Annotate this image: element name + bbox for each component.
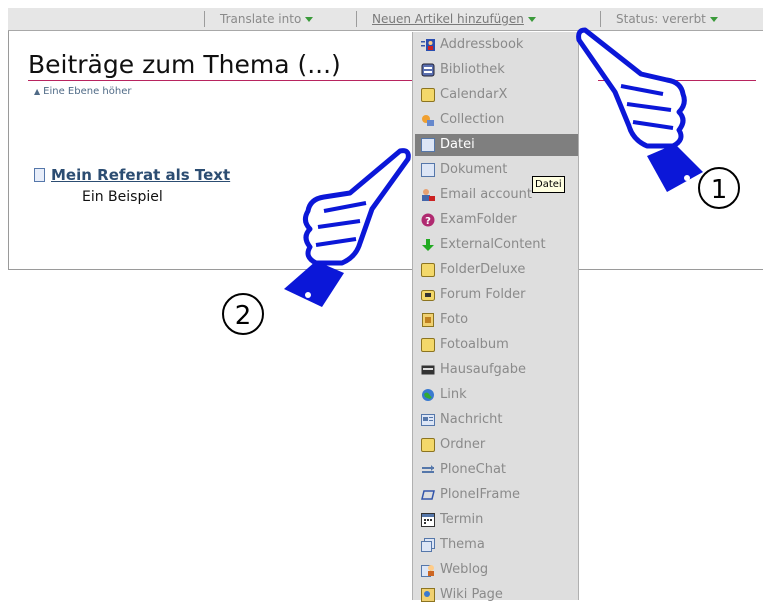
menu-item-folderdeluxe[interactable]: FolderDeluxe (415, 259, 578, 281)
dropdown-arrow-icon (527, 17, 536, 22)
menu-item-ploneiframe[interactable]: PloneIFrame (415, 484, 578, 506)
menu-item-label: FolderDeluxe (440, 262, 526, 277)
menu-item-label: ExternalContent (440, 237, 546, 252)
menu-item-termin[interactable]: Termin (415, 509, 578, 531)
menu-item-link[interactable]: Link (415, 384, 578, 406)
collection-icon (421, 113, 435, 127)
menu-item-externalcontent[interactable]: ExternalContent (415, 234, 578, 256)
page-title: Beiträge zum Thema (...) (28, 50, 341, 79)
menu-item-hausaufgabe[interactable]: Hausaufgabe (415, 359, 578, 381)
folder-icon (421, 438, 435, 452)
menu-item-label: PloneChat (440, 462, 507, 477)
menu-item-label: CalendarX (440, 87, 508, 102)
menu-item-label: Weblog (440, 562, 489, 577)
dropdown-arrow-icon (305, 17, 314, 22)
menu-item-label: Forum Folder (440, 287, 526, 302)
menu-item-label: Nachricht (440, 412, 503, 427)
chat-icon (421, 463, 435, 477)
forum-folder-icon (421, 288, 435, 302)
menu-item-label: PloneIFrame (440, 487, 520, 502)
pointing-hand-icon (284, 148, 411, 307)
menu-item-wiki-page[interactable]: Wiki Page (415, 584, 578, 606)
menu-item-collection[interactable]: Collection (415, 109, 578, 131)
menu-item-label: ExamFolder (440, 212, 517, 227)
menu-item-label: Datei (440, 137, 475, 152)
file-icon (421, 138, 435, 152)
menu-item-weblog[interactable]: Weblog (415, 559, 578, 581)
menu-item-datei[interactable]: Datei (415, 134, 578, 156)
menu-item-nachricht[interactable]: Nachricht (415, 409, 578, 431)
homework-icon (421, 363, 435, 377)
toolbar-separator (356, 11, 357, 27)
up-arrow-icon: ▲ (34, 87, 41, 96)
weblog-icon (421, 563, 435, 577)
menu-item-examfolder[interactable]: ? ExamFolder (415, 209, 578, 231)
add-item-menu[interactable]: Neuen Artikel hinzufügen (372, 11, 536, 27)
add-item-menu-label: Neuen Artikel hinzufügen (372, 12, 524, 26)
folder-icon (421, 263, 435, 277)
menu-item-label: Collection (440, 112, 505, 127)
addressbook-icon (421, 38, 435, 52)
menu-item-label: Dokument (440, 162, 508, 177)
image-icon (421, 313, 435, 327)
menu-item-label: Hausaufgabe (440, 362, 527, 377)
folder-icon (421, 88, 435, 102)
title-divider (28, 80, 413, 81)
library-icon (421, 63, 435, 77)
document-icon (34, 168, 45, 182)
menu-item-foto[interactable]: Foto (415, 309, 578, 331)
menu-item-label: Fotoalbum (440, 337, 509, 352)
help-icon: ? (421, 213, 435, 227)
content-item-description: Ein Beispiel (82, 189, 163, 205)
document-icon (421, 163, 435, 177)
toolbar-separator (204, 11, 205, 27)
up-one-level-label: Eine Ebene höher (43, 86, 132, 97)
menu-item-label: Link (440, 387, 467, 402)
menu-item-thema[interactable]: Thema (415, 534, 578, 556)
content-item-link[interactable]: Mein Referat als Text (34, 166, 230, 184)
download-arrow-icon (421, 238, 435, 252)
menu-item-forum-folder[interactable]: Forum Folder (415, 284, 578, 306)
globe-link-icon (421, 388, 435, 402)
pointing-hand-icon (576, 27, 703, 192)
add-item-dropdown: Addressbook Bibliothek CalendarX Collect… (412, 32, 579, 602)
callout-1: 1 (698, 167, 740, 209)
news-icon (421, 413, 435, 427)
up-one-level-link[interactable]: ▲ Eine Ebene höher (34, 86, 131, 97)
topic-icon (421, 538, 435, 552)
translate-menu-label: Translate into (220, 12, 302, 26)
menu-item-label: Ordner (440, 437, 486, 452)
menu-item-calendarx[interactable]: CalendarX (415, 84, 578, 106)
folder-icon (421, 338, 435, 352)
menu-item-label: Thema (440, 537, 485, 552)
translate-menu[interactable]: Translate into (220, 11, 314, 27)
menu-item-fotoalbum[interactable]: Fotoalbum (415, 334, 578, 356)
callout-2: 2 (222, 293, 264, 335)
iframe-icon (421, 488, 435, 502)
menu-item-plonechat[interactable]: PloneChat (415, 459, 578, 481)
menu-item-label: Email account (440, 187, 532, 202)
menu-item-bibliothek[interactable]: Bibliothek (415, 59, 578, 81)
menu-item-label: Termin (440, 512, 484, 527)
menu-item-label: Addressbook (440, 37, 524, 52)
content-item-title: Mein Referat als Text (51, 166, 231, 184)
menu-item-label: Bibliothek (440, 62, 505, 77)
menu-item-label: Foto (440, 312, 469, 327)
menu-item-addressbook[interactable]: Addressbook (415, 34, 578, 56)
tooltip: Datei (532, 176, 565, 193)
svg-text:?: ? (425, 216, 431, 227)
menu-item-label: Wiki Page (440, 587, 503, 602)
calendar-icon (421, 513, 435, 527)
menu-item-ordner[interactable]: Ordner (415, 434, 578, 456)
email-account-icon (421, 188, 435, 202)
